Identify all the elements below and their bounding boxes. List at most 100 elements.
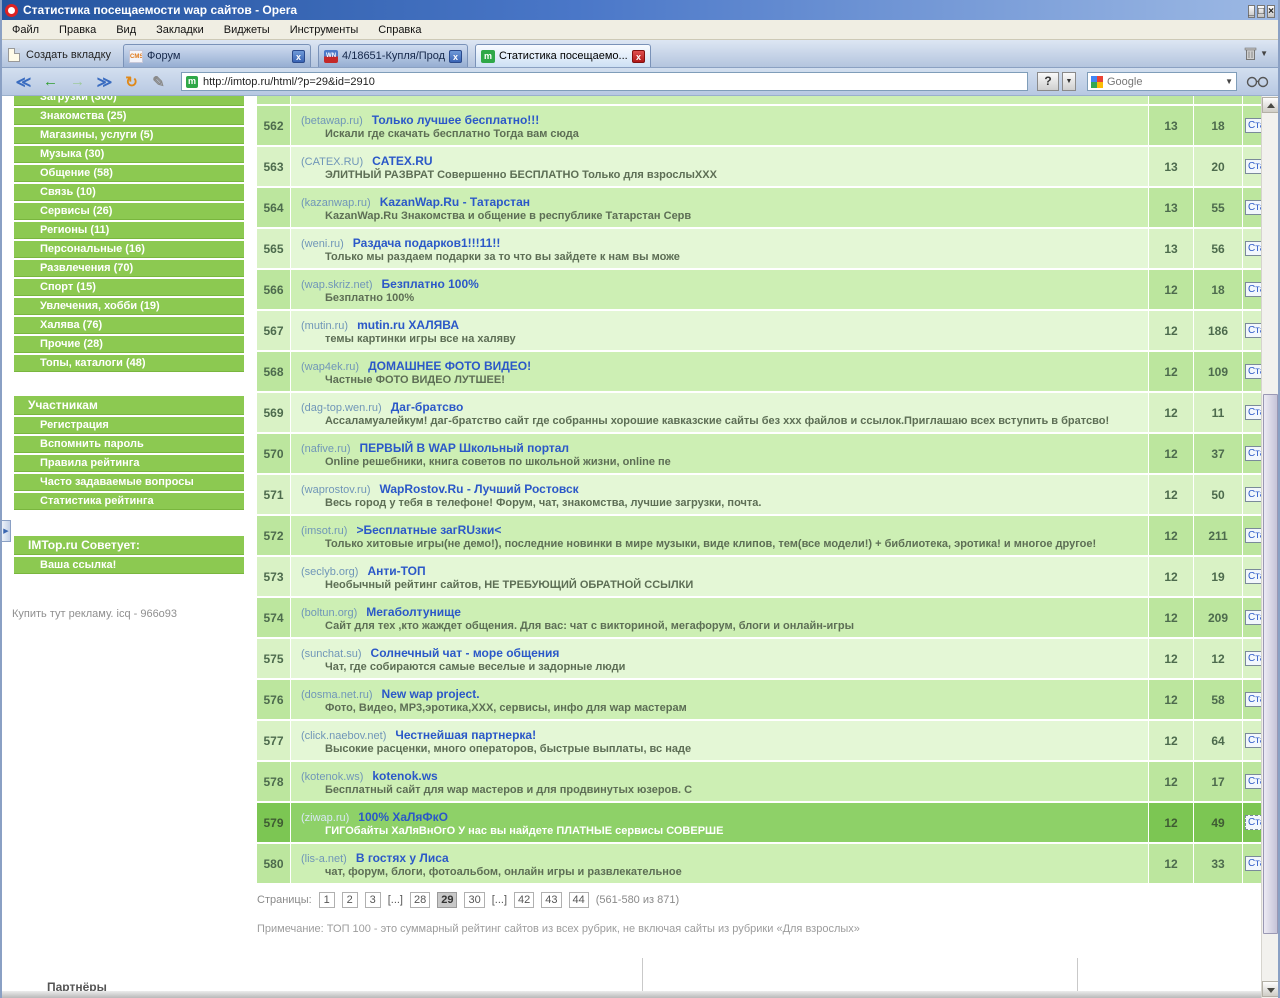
- tab-close-icon[interactable]: x: [292, 50, 305, 63]
- site-domain[interactable]: (waprostov.ru): [301, 484, 370, 496]
- site-domain[interactable]: (click.naebov.net): [301, 730, 386, 742]
- page-link-29[interactable]: 29: [437, 892, 457, 908]
- site-title-link[interactable]: Раздача подарков1!!!11!!: [353, 236, 501, 250]
- page-link-1[interactable]: 1: [319, 892, 335, 908]
- sidebar-item-category[interactable]: Магазины, услуги (5): [14, 127, 244, 144]
- site-title-link[interactable]: 100% ХаЛяФкО: [358, 810, 448, 824]
- site-domain[interactable]: (seclyb.org): [301, 566, 358, 578]
- sidebar-item-category[interactable]: Общение (58): [14, 165, 244, 182]
- menu-Справка[interactable]: Справка: [368, 22, 431, 38]
- page-link-44[interactable]: 44: [569, 892, 589, 908]
- site-domain[interactable]: (sunchat.su): [301, 648, 362, 660]
- page-link-3[interactable]: 3: [365, 892, 381, 908]
- sidebar-item-member[interactable]: Вспомнить пароль: [14, 436, 244, 453]
- site-domain[interactable]: (wap.skriz.net): [301, 279, 373, 291]
- site-domain[interactable]: (dag-top.wen.ru): [301, 402, 382, 414]
- site-title-link[interactable]: В гостях у Лиса: [356, 851, 449, 865]
- tab-1[interactable]: CMSФорумx: [123, 44, 311, 67]
- site-title-link[interactable]: Честнейшая партнерка!: [395, 728, 536, 742]
- site-title-link[interactable]: KazanWap.Ru - Татарстан: [380, 195, 530, 209]
- site-domain[interactable]: (lis-a.net): [301, 853, 347, 865]
- site-title-link[interactable]: WapRostov.Ru - Лучший Ростовск: [379, 482, 578, 496]
- edit-button[interactable]: ✎: [145, 73, 172, 91]
- site-title-link[interactable]: Анти-ТОП: [367, 564, 425, 578]
- sidebar-item-member[interactable]: Правила рейтинга: [14, 455, 244, 472]
- page-link-43[interactable]: 43: [541, 892, 561, 908]
- scroll-down-button[interactable]: [1262, 981, 1278, 997]
- minimize-button[interactable]: _: [1248, 5, 1256, 18]
- new-tab-button[interactable]: Создать вкладку: [4, 43, 123, 67]
- site-domain[interactable]: (kotenok.ws): [301, 771, 363, 783]
- site-domain[interactable]: (imsot.ru): [301, 525, 347, 537]
- page-link-42[interactable]: 42: [514, 892, 534, 908]
- back-button[interactable]: ←: [37, 73, 64, 91]
- help-dropdown-button[interactable]: ▼: [1062, 72, 1076, 91]
- site-domain[interactable]: (boltun.org): [301, 607, 357, 619]
- site-domain[interactable]: (weni.ru): [301, 238, 344, 250]
- search-dropdown-arrow[interactable]: ▼: [1225, 77, 1233, 86]
- site-title-link[interactable]: ДОМАШНЕЕ ФОТО ВИДЕО!: [368, 359, 531, 373]
- sidebar-item-category[interactable]: Халява (76): [14, 317, 244, 334]
- site-title-link[interactable]: mutin.ru ХАЛЯВА: [357, 318, 459, 332]
- menu-Инструменты[interactable]: Инструменты: [280, 22, 369, 38]
- sidebar-item-category[interactable]: Прочие (28): [14, 336, 244, 353]
- menu-Вид[interactable]: Вид: [106, 22, 146, 38]
- site-domain[interactable]: (dosma.net.ru): [301, 689, 373, 701]
- menu-Правка[interactable]: Правка: [49, 22, 106, 38]
- sidebar-item-category[interactable]: Спорт (15): [14, 279, 244, 296]
- sidebar-item-advise[interactable]: Ваша ссылка!: [14, 557, 244, 574]
- page-link-28[interactable]: 28: [410, 892, 430, 908]
- menu-Виджеты[interactable]: Виджеты: [214, 22, 280, 38]
- menu-Файл[interactable]: Файл: [2, 22, 49, 38]
- site-title-link[interactable]: Даг-братсво: [391, 400, 464, 414]
- vertical-scrollbar[interactable]: [1261, 96, 1278, 998]
- site-title-link[interactable]: Безплатно 100%: [382, 277, 479, 291]
- tab-3[interactable]: mСтатистика посещаемо...x: [475, 44, 651, 67]
- restore-button[interactable]: □: [1257, 5, 1265, 18]
- tab-close-icon[interactable]: x: [632, 50, 645, 63]
- sidebar-item-member[interactable]: Регистрация: [14, 417, 244, 434]
- site-title-link[interactable]: Солнечный чат - море общения: [371, 646, 560, 660]
- page-link-2[interactable]: 2: [342, 892, 358, 908]
- sidebar-item-member[interactable]: Статистика рейтинга: [14, 493, 244, 510]
- site-domain[interactable]: (betawap.ru): [301, 115, 363, 127]
- sidebar-item-category[interactable]: Сервисы (26): [14, 203, 244, 220]
- site-domain[interactable]: (mutin.ru): [301, 320, 348, 332]
- site-title-link[interactable]: Только лучшее бесплатно!!!: [372, 113, 540, 127]
- site-domain[interactable]: (ziwap.ru): [301, 812, 349, 824]
- scroll-up-button[interactable]: [1262, 97, 1278, 113]
- site-domain[interactable]: (kazanwap.ru): [301, 197, 371, 209]
- page-link-30[interactable]: 30: [464, 892, 484, 908]
- reload-button[interactable]: ↻: [118, 73, 145, 91]
- site-title-link[interactable]: CATEX.RU: [372, 154, 432, 168]
- site-title-link[interactable]: kotenok.ws: [372, 769, 437, 783]
- sidebar-item-category[interactable]: Музыка (30): [14, 146, 244, 163]
- site-title-link[interactable]: Мегаболтунище: [366, 605, 461, 619]
- site-title-link[interactable]: New wap project.: [382, 687, 480, 701]
- trash-button[interactable]: ▼: [1244, 46, 1268, 61]
- zoom-glasses-icon[interactable]: [1246, 75, 1270, 88]
- close-button[interactable]: ×: [1267, 5, 1275, 18]
- sidebar-item-category[interactable]: Загрузки (300): [14, 96, 244, 106]
- rewind-button[interactable]: ≪: [10, 73, 37, 91]
- site-domain[interactable]: (wap4ek.ru): [301, 361, 359, 373]
- url-field[interactable]: m http://imtop.ru/html/?p=29&id=2910: [181, 72, 1028, 91]
- menu-Закладки[interactable]: Закладки: [146, 22, 214, 38]
- sidebar-item-category[interactable]: Персональные (16): [14, 241, 244, 258]
- site-title-link[interactable]: >Бесплатные загRUзки<: [356, 523, 501, 537]
- sidebar-item-category[interactable]: Регионы (11): [14, 222, 244, 239]
- sidebar-item-category[interactable]: Развлечения (70): [14, 260, 244, 277]
- site-domain[interactable]: (CATEX.RU): [301, 156, 363, 168]
- search-box[interactable]: Google ▼: [1087, 72, 1237, 91]
- sidebar-item-category[interactable]: Топы, каталоги (48): [14, 355, 244, 372]
- fast-forward-button[interactable]: ≫: [91, 73, 118, 91]
- trash-dropdown-arrow[interactable]: ▼: [1260, 49, 1268, 58]
- sidebar-item-member[interactable]: Часто задаваемые вопросы: [14, 474, 244, 491]
- site-title-link[interactable]: ПЕРВЫЙ В WAP Школьный портал: [360, 441, 570, 455]
- tab-close-icon[interactable]: x: [449, 50, 462, 63]
- scrollbar-thumb[interactable]: [1263, 394, 1278, 934]
- help-button[interactable]: ?: [1037, 72, 1059, 91]
- tab-2[interactable]: WN4/18651-Купля/Продаж...x: [318, 44, 468, 67]
- sidebar-item-category[interactable]: Увлечения, хобби (19): [14, 298, 244, 315]
- sidebar-item-category[interactable]: Знакомства (25): [14, 108, 244, 125]
